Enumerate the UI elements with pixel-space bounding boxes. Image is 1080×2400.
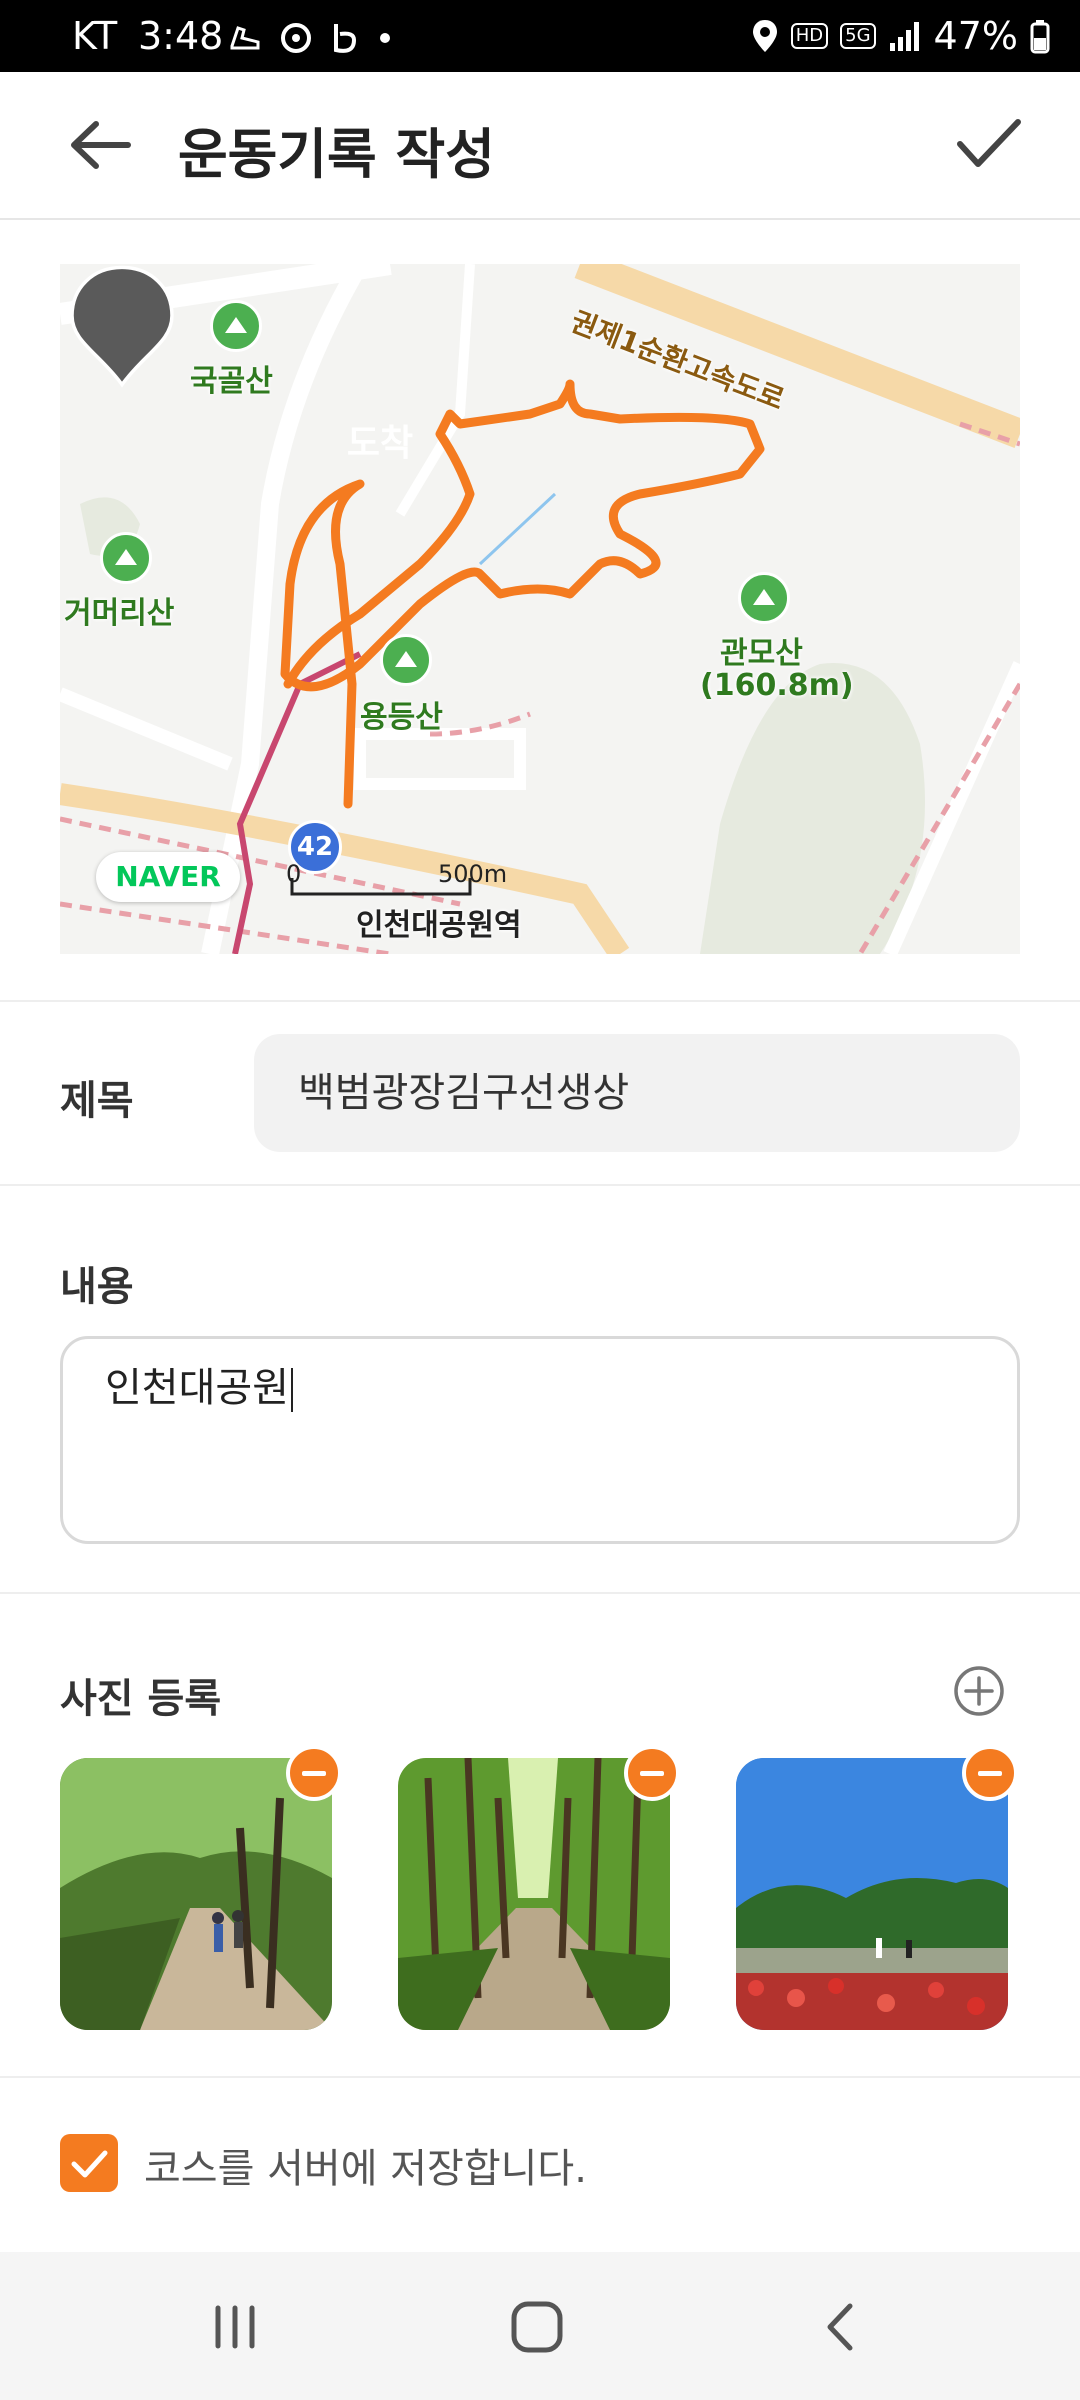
map-label-gwanmosan: 관모산 (720, 636, 803, 671)
recent-apps-button[interactable] (200, 2296, 270, 2358)
arrival-marker-label: 도착 (346, 423, 414, 464)
location-icon (752, 20, 777, 52)
arrival-pin-icon (70, 265, 174, 388)
notification-icons (228, 20, 392, 56)
tree-avenue-image (398, 1758, 670, 2030)
remove-photo-button-3[interactable] (962, 1745, 1018, 1801)
scale-end: 500m (438, 860, 508, 888)
target-icon (281, 23, 311, 53)
home-button[interactable] (502, 2296, 572, 2358)
clock: 3:48 (138, 14, 224, 58)
remove-photo-button-1[interactable] (286, 1745, 342, 1801)
add-photo-button[interactable] (952, 1664, 1006, 1718)
mountain-icon (100, 532, 152, 584)
carrier-label: KT (72, 14, 118, 58)
remove-photo-button-2[interactable] (624, 1745, 680, 1801)
save-course-label[interactable]: 코스를 서버에 저장합니다. (144, 2136, 587, 2194)
battery-percent: 47% (933, 14, 1018, 58)
map-label-geomeorisan: 거머리산 (64, 596, 175, 631)
naver-logo: NAVER (96, 852, 240, 902)
save-course-checkbox[interactable] (60, 2134, 118, 2192)
system-indicators: HD 5G 47% (751, 14, 1050, 58)
divider (0, 1592, 1080, 1594)
mountain-icon (738, 572, 790, 624)
app-bar: 운동기록 작성 (0, 72, 1080, 220)
text-cursor (291, 1368, 293, 1412)
photo-section-label: 사진 등록 (60, 1676, 222, 1722)
scale-start: 0 (286, 860, 302, 888)
dot-icon (380, 33, 390, 43)
status-bar: KT 3:48 HD 5G 47% (0, 0, 1080, 72)
content-text: 인천대공원 (105, 1365, 289, 1411)
confirm-button[interactable] (954, 112, 1024, 176)
map-label-gukgolsan: 국골산 (190, 364, 273, 399)
page-title: 운동기록 작성 (178, 123, 495, 186)
photo-thumbnail-2[interactable] (398, 1758, 670, 2030)
back-button[interactable] (66, 114, 140, 176)
mountain-icon (210, 300, 262, 352)
route-map[interactable]: 국골산 거머리산 용등산 관모산 (160.8m) 권제1순환고속도로 인천대공… (60, 264, 1020, 954)
title-input[interactable]: 백범광장김구선생상 (254, 1034, 1020, 1152)
recent-apps-icon (215, 2305, 255, 2349)
content-label: 내용 (60, 1264, 134, 1310)
content-textarea[interactable]: 인천대공원 (60, 1336, 1020, 1544)
network-badge: 5G (840, 23, 876, 49)
plus-circle-icon (954, 1666, 1004, 1716)
arrow-left-icon (71, 121, 131, 169)
nav-back-button[interactable] (806, 2296, 876, 2358)
forest-path-image (60, 1758, 332, 2030)
hd-badge: HD (790, 23, 829, 49)
divider (0, 1184, 1080, 1186)
map-label-station: 인천대공원역 (356, 908, 522, 943)
divider (0, 1000, 1080, 1002)
photo-thumbnail-3[interactable] (736, 1758, 1008, 2030)
shoe-icon (230, 26, 260, 50)
system-nav-bar (0, 2252, 1080, 2400)
map-label-gwanmosan-height: (160.8m) (700, 668, 854, 703)
map-label-yongdeungsan: 용등산 (360, 700, 443, 735)
b-app-icon (334, 24, 357, 53)
battery-icon (1030, 20, 1050, 54)
home-icon (511, 2301, 563, 2353)
divider (0, 2076, 1080, 2078)
signal-icon (889, 22, 919, 51)
photo-thumbnail-1[interactable] (60, 1758, 332, 2030)
mountain-icon (380, 634, 432, 686)
check-icon (957, 119, 1021, 167)
title-label: 제목 (60, 1078, 134, 1124)
nav-back-icon (827, 2303, 853, 2351)
checkmark-icon (71, 2150, 108, 2178)
rose-garden-image (736, 1758, 1008, 2030)
